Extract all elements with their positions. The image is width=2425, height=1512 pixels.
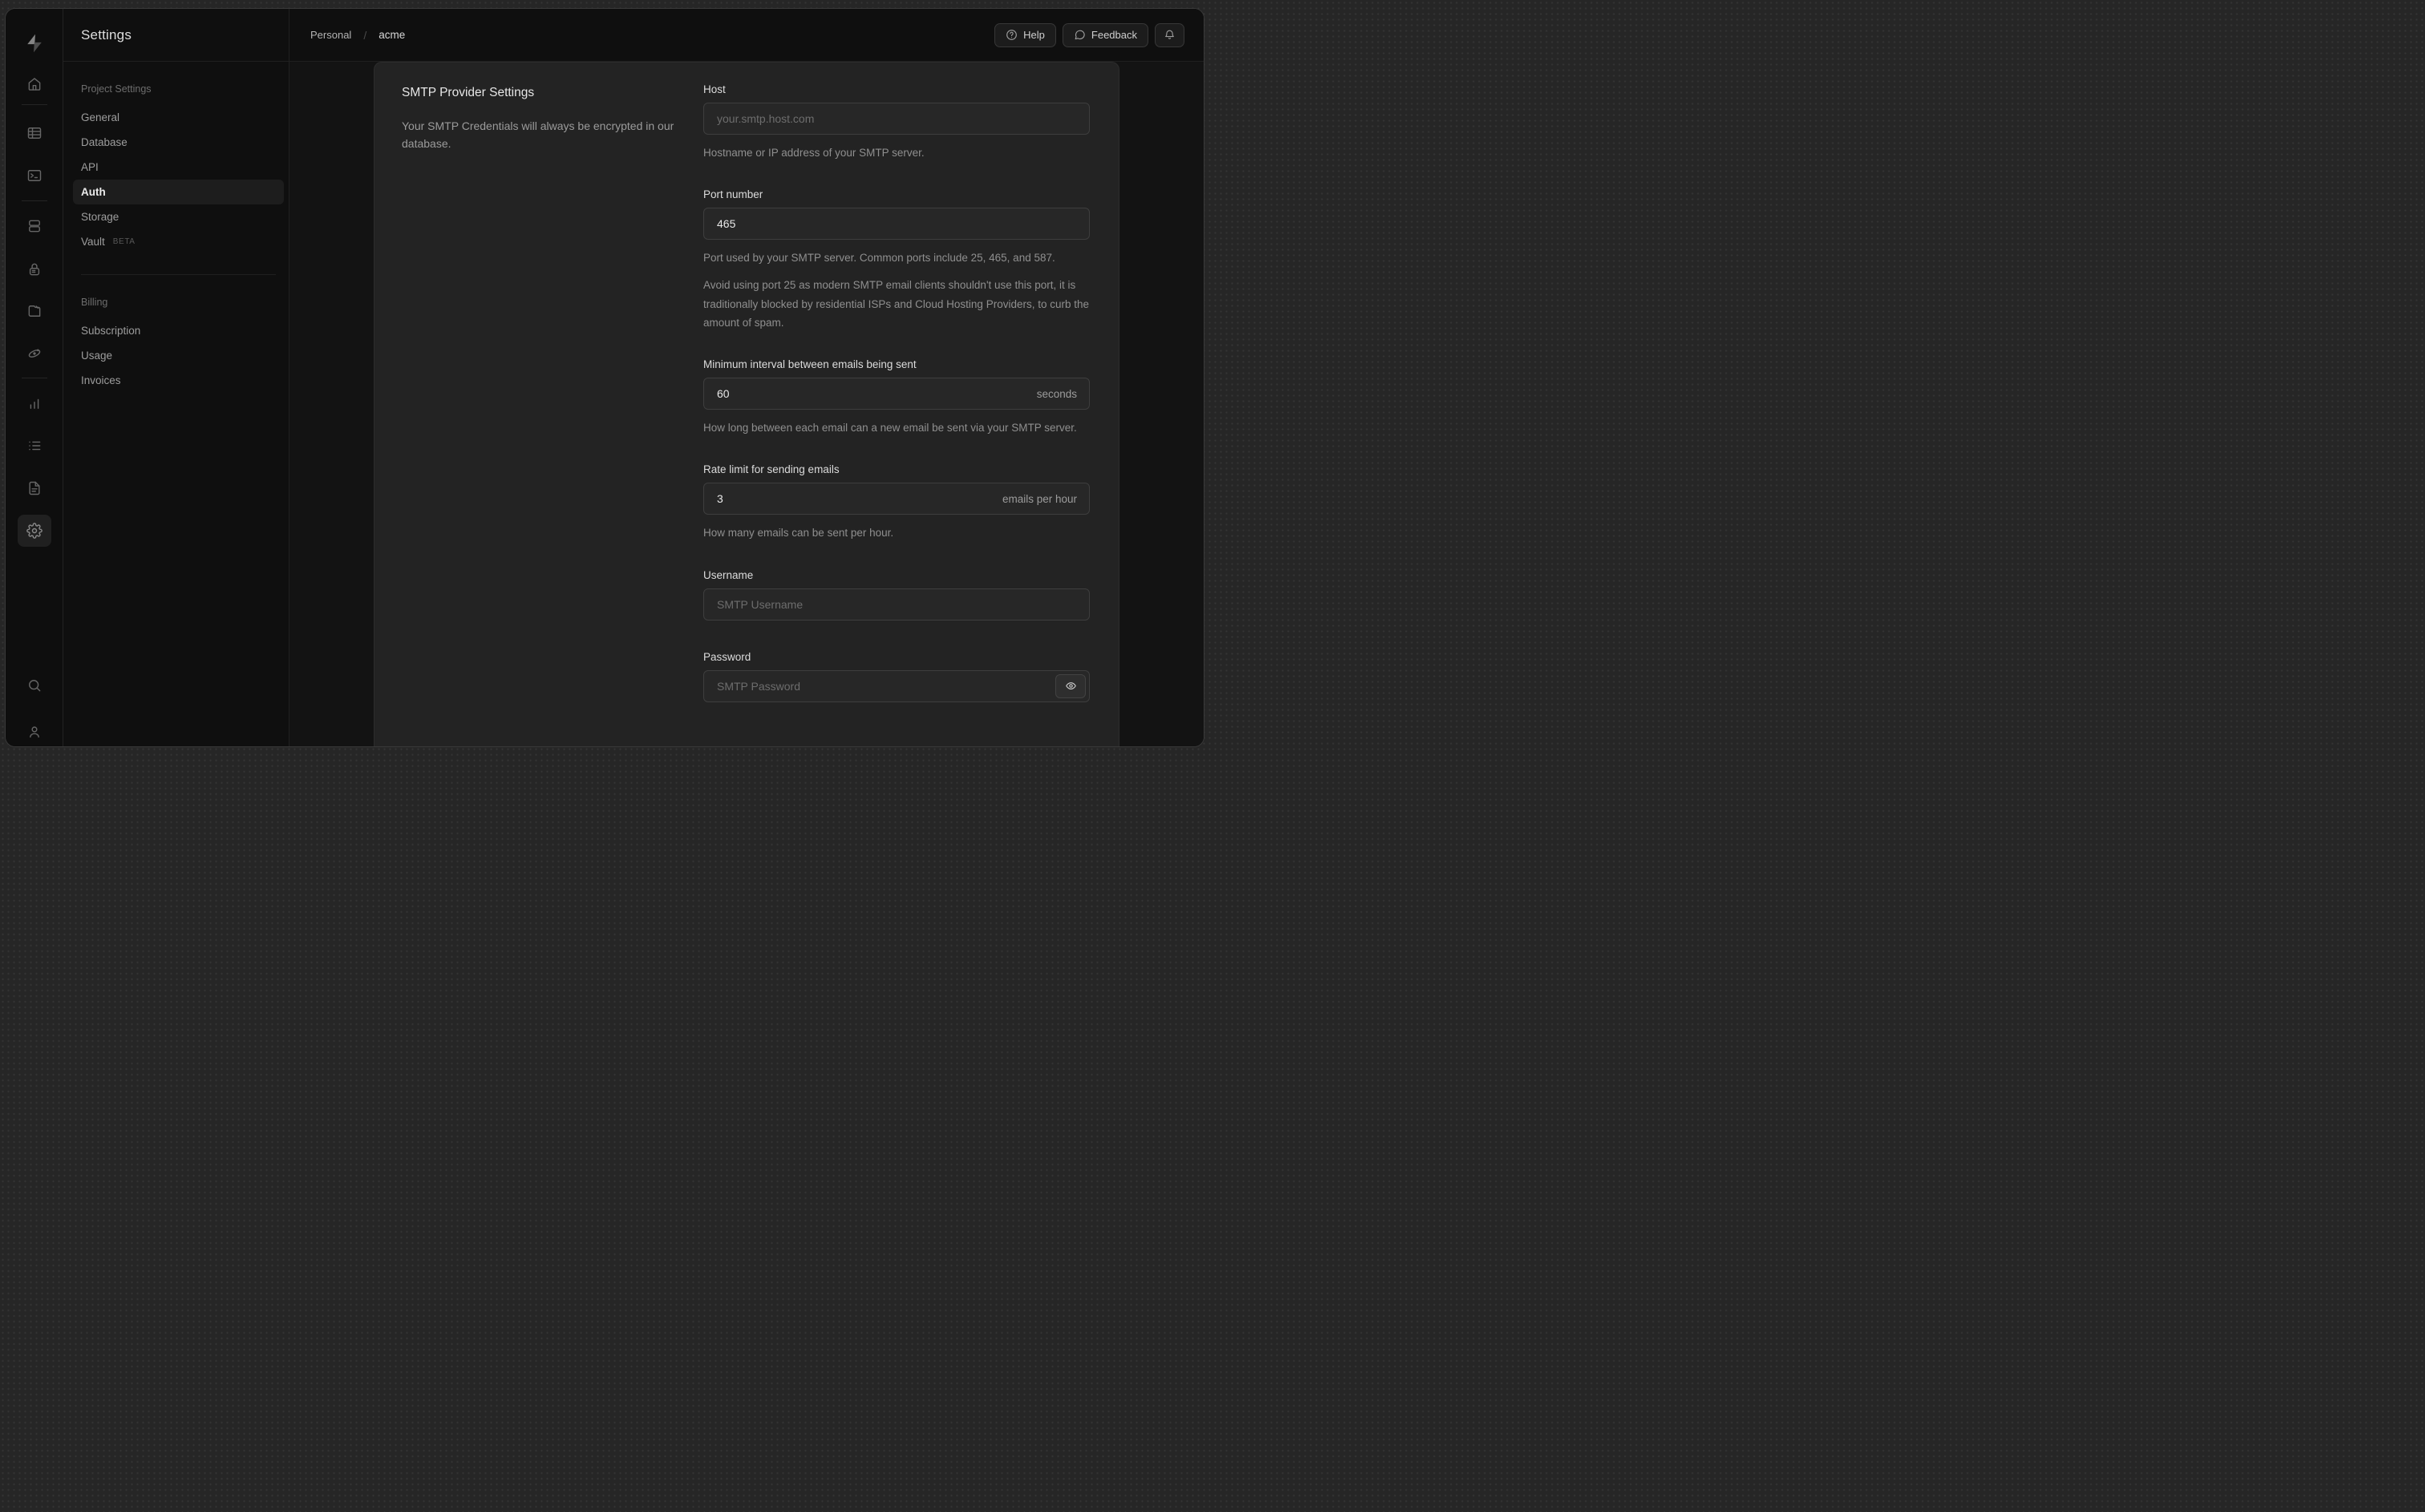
sidebar-item-database[interactable]: Database (73, 130, 284, 155)
password-input[interactable] (703, 669, 1090, 702)
rail-sql-editor-button[interactable] (18, 161, 51, 190)
rail-user-button[interactable] (18, 718, 51, 746)
beta-badge: BETA (112, 237, 136, 246)
nav-section-billing: Billing (81, 297, 108, 308)
rail-settings-button[interactable] (17, 515, 51, 547)
port-label: Port number (703, 188, 763, 201)
supabase-logo[interactable] (18, 30, 51, 57)
rail-reports-button[interactable] (18, 389, 51, 418)
logs-icon (28, 441, 40, 451)
settings-nav: Project Settings General Database API Au… (63, 62, 289, 393)
rail-divider (21, 200, 47, 201)
port-note: Avoid using port 25 as modern SMTP email… (703, 279, 1090, 329)
home-icon (28, 78, 40, 91)
topbar: Personal / acme Help Feedback (289, 9, 1204, 62)
main-area: Personal / acme Help Feedback SMTP Provi… (289, 9, 1204, 746)
password-field-group: Password (703, 651, 1090, 702)
rail-divider (21, 104, 47, 105)
sidebar-item-vault[interactable]: Vault BETA (73, 229, 284, 254)
password-label: Password (703, 650, 751, 663)
port-helper: Port used by your SMTP server. Common po… (703, 252, 1055, 265)
sidebar-item-storage[interactable]: Storage (73, 204, 284, 229)
icon-rail (6, 9, 63, 746)
content-area: SMTP Provider Settings Your SMTP Credent… (289, 62, 1204, 746)
table-editor-icon (27, 127, 41, 139)
rate-field-group: Rate limit for sending emails emails per… (703, 463, 1090, 542)
rail-logs-button[interactable] (18, 431, 51, 460)
port-field-group: Port number Port used by your SMTP serve… (703, 188, 1090, 332)
help-button[interactable]: Help (994, 22, 1056, 47)
sidebar-item-auth[interactable]: Auth (73, 180, 284, 204)
smtp-form: Host Hostname or IP address of your SMTP… (703, 83, 1090, 746)
search-icon (28, 680, 40, 692)
feedback-button[interactable]: Feedback (1062, 22, 1148, 47)
interval-input[interactable] (703, 378, 1090, 410)
rail-database-button[interactable] (18, 212, 51, 241)
sidebar-item-subscription[interactable]: Subscription (73, 318, 284, 343)
supabase-bolt-icon (26, 34, 42, 53)
topbar-actions: Help Feedback (994, 22, 1184, 47)
interval-field-group: Minimum interval between emails being se… (703, 358, 1090, 437)
host-label: Host (703, 83, 726, 95)
help-icon (1006, 30, 1018, 40)
rail-storage-button[interactable] (18, 297, 51, 325)
feedback-icon (1075, 30, 1085, 40)
host-field-group: Host Hostname or IP address of your SMTP… (703, 83, 1090, 162)
username-input[interactable] (703, 588, 1090, 621)
interval-label: Minimum interval between emails being se… (703, 358, 917, 371)
username-label: Username (703, 568, 754, 581)
host-helper: Hostname or IP address of your SMTP serv… (703, 147, 925, 159)
host-input[interactable] (703, 103, 1090, 135)
panel-title: SMTP Provider Settings (402, 86, 535, 99)
storage-icon (28, 305, 40, 317)
rail-search-button[interactable] (18, 671, 51, 700)
breadcrumb-project[interactable]: acme (379, 29, 405, 41)
rail-home-button[interactable] (18, 70, 51, 99)
database-icon (28, 220, 40, 232)
notifications-button[interactable] (1155, 22, 1184, 47)
port-input[interactable] (703, 208, 1090, 241)
app-window: Settings Project Settings General Databa… (5, 8, 1204, 747)
eye-icon (1065, 682, 1076, 689)
sql-editor-icon (27, 170, 41, 181)
rail-table-editor-button[interactable] (18, 119, 51, 148)
sidebar-item-general[interactable]: General (73, 105, 284, 130)
notifications-icon (1165, 30, 1174, 39)
edge-functions-icon (28, 349, 40, 358)
sidebar-item-usage[interactable]: Usage (73, 343, 284, 368)
panel-description: Your SMTP Credentials will always be enc… (402, 119, 674, 151)
page-title: Settings (63, 9, 289, 62)
docs-icon (28, 481, 40, 495)
breadcrumb-org[interactable]: Personal (310, 29, 351, 41)
rate-helper: How many emails can be sent per hour. (703, 527, 894, 540)
breadcrumb-separator: / (363, 28, 367, 42)
sidebar-item-invoices[interactable]: Invoices (73, 368, 284, 393)
interval-helper: How long between each email can a new em… (703, 422, 1077, 435)
rail-auth-button[interactable] (18, 255, 51, 284)
nav-section-project-settings: Project Settings (81, 83, 152, 95)
settings-gear-icon (26, 523, 43, 539)
nav-divider (81, 274, 276, 275)
username-field-group: Username (703, 569, 1090, 621)
rate-label: Rate limit for sending emails (703, 463, 840, 476)
rail-docs-button[interactable] (18, 474, 51, 503)
reports-icon (30, 398, 38, 409)
settings-sidebar: Settings Project Settings General Databa… (63, 9, 289, 746)
smtp-settings-card: SMTP Provider Settings Your SMTP Credent… (374, 62, 1119, 746)
auth-lock-icon (29, 263, 39, 276)
rail-edge-functions-button[interactable] (18, 339, 51, 368)
rate-limit-input[interactable] (703, 483, 1090, 515)
user-icon (29, 726, 39, 738)
reveal-password-button[interactable] (1055, 673, 1086, 698)
sidebar-item-api[interactable]: API (73, 155, 284, 180)
smtp-card-intro: SMTP Provider Settings Your SMTP Credent… (402, 83, 674, 746)
